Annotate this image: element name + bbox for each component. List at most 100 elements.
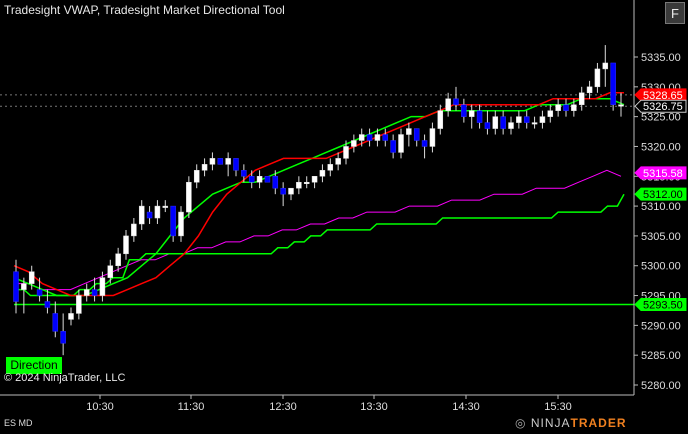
candle-body — [52, 313, 59, 332]
logo-trader: TRADER — [570, 416, 627, 430]
directional-step-line — [14, 193, 625, 297]
price-marker: 5326.75 — [634, 99, 687, 113]
candle-body — [303, 181, 310, 184]
price-marker: 5315.58 — [634, 166, 687, 180]
candle-body — [563, 104, 569, 111]
x-tick-label: 10:30 — [86, 401, 114, 413]
candle-body — [555, 104, 561, 111]
candle-body — [225, 158, 231, 165]
candle-body — [162, 205, 169, 208]
candle-body — [178, 211, 184, 237]
candle-body — [217, 158, 224, 165]
candle-body — [602, 62, 609, 70]
candle-body — [468, 110, 475, 117]
candle-body — [256, 176, 263, 183]
y-tick-label: 5285.00 — [641, 350, 681, 362]
candle-body — [500, 116, 506, 129]
candle-body — [99, 277, 106, 296]
candle-body — [374, 134, 381, 141]
y-tick-label: 5320.00 — [641, 141, 681, 153]
y-tick-label: 5310.00 — [641, 201, 681, 213]
candle-body — [296, 181, 302, 189]
candle-body — [366, 134, 373, 141]
candle-body — [586, 86, 593, 94]
copyright-text: © 2024 NinjaTrader, LLC — [4, 372, 126, 384]
candle-body — [272, 176, 279, 189]
candle-body — [429, 128, 436, 147]
candle-body — [516, 116, 522, 123]
price-marker-label: 5293.50 — [643, 299, 683, 311]
candle-body — [421, 140, 428, 147]
candle-body — [610, 62, 616, 105]
candle-body — [398, 134, 404, 153]
candle-body — [107, 265, 114, 278]
candle-body — [138, 205, 145, 225]
candle-body — [445, 98, 451, 111]
price-marker-label: 5326.75 — [643, 101, 683, 113]
candle-body — [248, 176, 255, 183]
candlesticks — [13, 45, 624, 356]
candle-body — [68, 313, 74, 320]
y-tick-label: 5335.00 — [641, 52, 681, 64]
candle-body — [508, 122, 514, 129]
candle-body — [618, 104, 624, 107]
candle-body — [233, 158, 239, 171]
candle-body — [288, 187, 294, 195]
chart-title: Tradesight VWAP, Tradesight Market Direc… — [4, 3, 285, 17]
candle-body — [484, 122, 491, 129]
candle-body — [241, 170, 247, 177]
candle-body — [28, 271, 35, 284]
instrument-label: ES MD — [4, 418, 33, 428]
price-marker: 5293.50 — [634, 297, 687, 311]
candle-body — [327, 164, 334, 171]
candle-body — [382, 134, 389, 141]
magenta-band-line — [14, 169, 622, 291]
candle-body — [413, 128, 420, 141]
candle-body — [186, 181, 192, 213]
price-marker: 5312.00 — [634, 187, 687, 201]
candle-body — [209, 158, 216, 165]
candle-body — [523, 116, 530, 123]
candle-body — [437, 110, 444, 129]
candle-body — [36, 289, 43, 296]
candle-body — [193, 170, 200, 183]
candle-body — [476, 110, 483, 123]
candle-body — [492, 116, 499, 129]
candle-body — [115, 253, 121, 266]
candle-body — [358, 134, 365, 141]
candle-body — [390, 140, 396, 153]
candle-body — [91, 289, 98, 296]
float-button[interactable]: F — [665, 2, 685, 24]
directional-fast-line — [13, 97, 625, 297]
candle-body — [547, 110, 554, 117]
x-tick-label: 11:30 — [178, 401, 205, 413]
x-tick-label: 15:30 — [544, 401, 572, 413]
candle-body — [60, 331, 66, 344]
logo-ninja: NINJA — [530, 416, 571, 430]
y-tick-label: 5280.00 — [641, 380, 681, 392]
candle-body — [280, 187, 286, 195]
x-tick-label: 12:30 — [269, 401, 297, 413]
y-tick-label: 5325.00 — [641, 112, 681, 124]
time-axis: 10:30 11:30 12:30 13:30 14:30 15:30 — [0, 394, 634, 413]
candle-body — [343, 146, 349, 159]
candle-body — [146, 211, 153, 219]
candle-body — [461, 104, 467, 117]
candle-body — [453, 98, 459, 105]
candle-body — [123, 235, 129, 255]
y-tick-label: 5300.00 — [641, 261, 681, 273]
candle-body — [154, 205, 161, 219]
candle-body — [83, 289, 90, 296]
candle-body — [131, 223, 137, 237]
price-marker-label: 5315.58 — [643, 168, 683, 180]
price-chart[interactable]: 5335.005330.005325.005320.005315.005310.… — [0, 0, 688, 434]
x-tick-label: 13:30 — [360, 401, 388, 413]
price-marker-label: 5312.00 — [643, 189, 683, 201]
candle-body — [594, 68, 601, 88]
ninjatrader-logo: ◎ NINJATRADER — [515, 416, 627, 430]
candle-body — [531, 122, 538, 125]
logo-mark-icon: ◎ — [515, 416, 527, 430]
candle-body — [76, 295, 82, 314]
candle-body — [264, 176, 271, 183]
y-tick-label: 5290.00 — [641, 320, 681, 332]
